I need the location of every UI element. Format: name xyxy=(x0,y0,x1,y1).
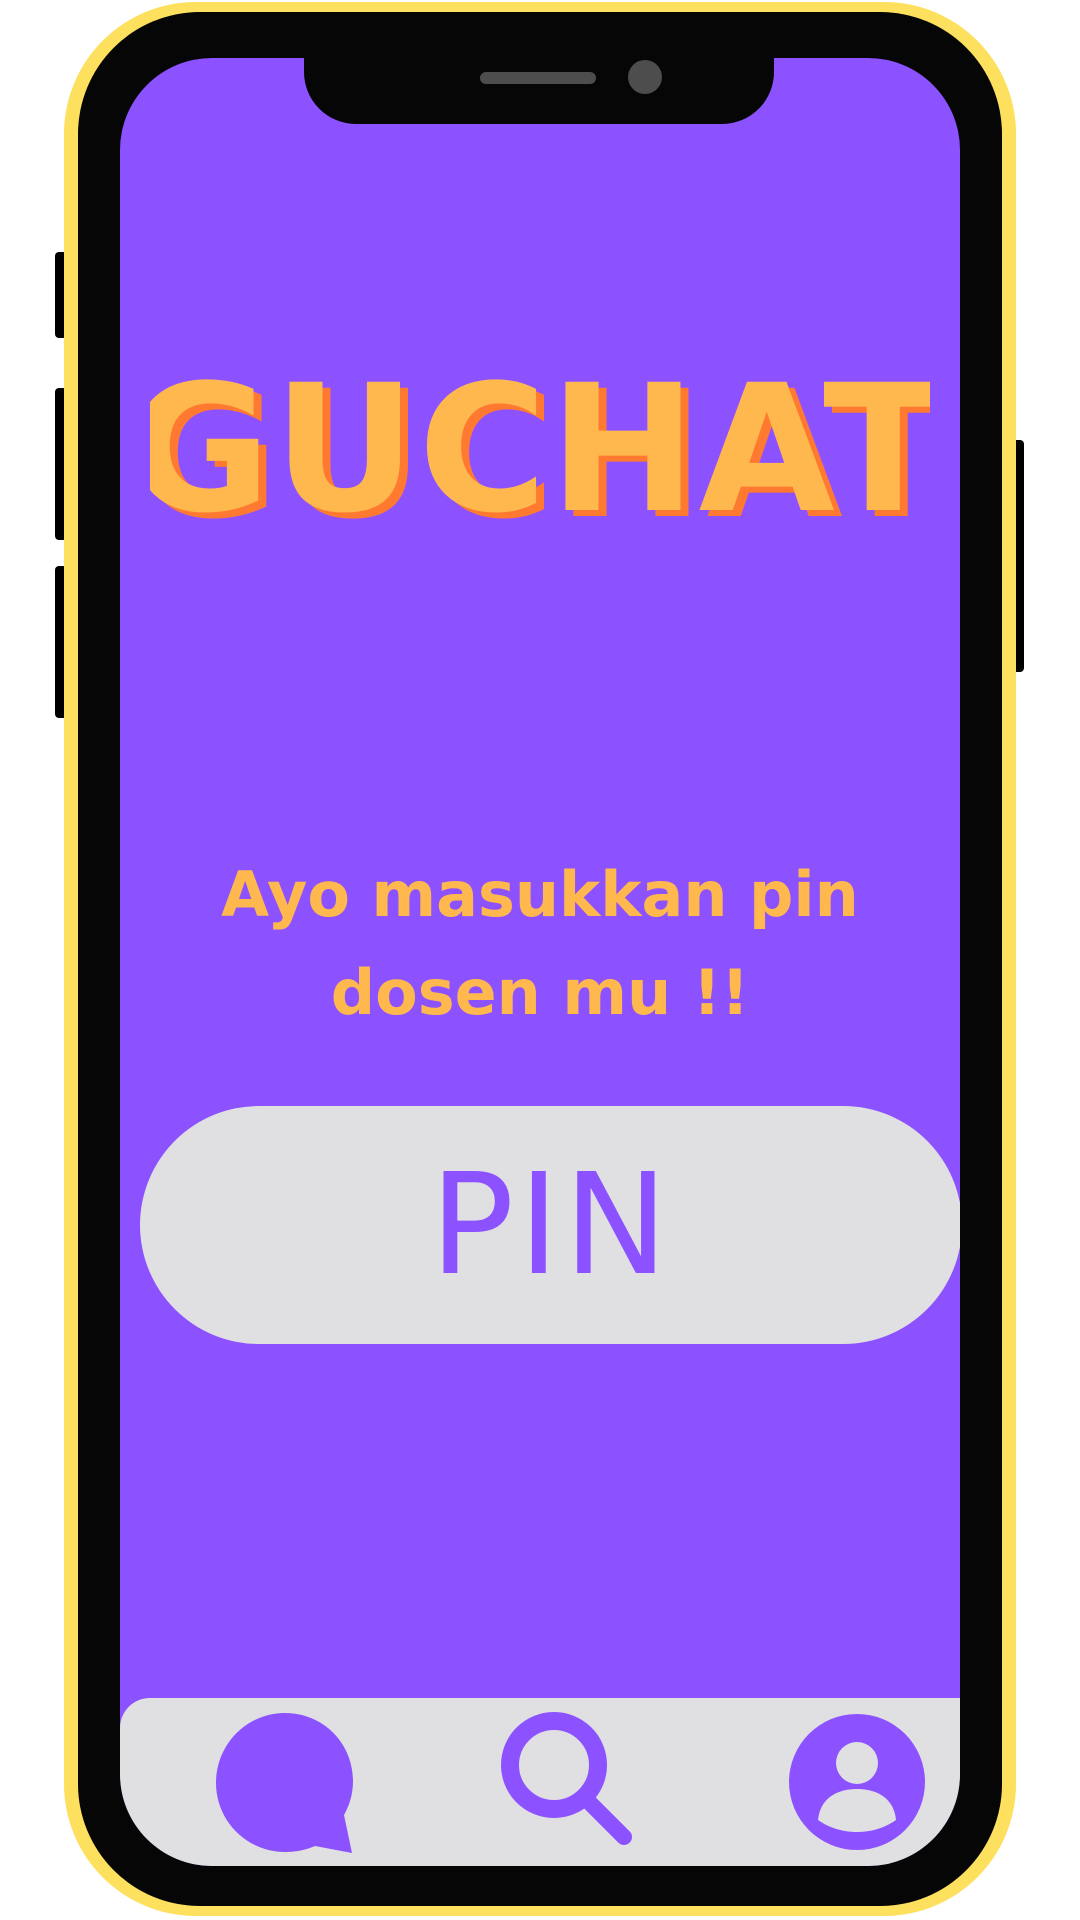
logo-wordmark: GUCHAT GUCHAT xyxy=(150,358,930,538)
phone-mockup: GUCHAT GUCHAT Ayo masukkan pin dosen mu … xyxy=(0,0,1080,1920)
pin-input[interactable]: PIN xyxy=(140,1106,960,1344)
bottom-tab-bar xyxy=(120,1698,960,1866)
app-logo: GUCHAT GUCHAT xyxy=(120,358,960,538)
app-screen: GUCHAT GUCHAT Ayo masukkan pin dosen mu … xyxy=(120,58,960,1866)
tab-profile[interactable] xyxy=(772,1698,942,1866)
pin-prompt-line1: Ayo masukkan pin xyxy=(221,858,859,931)
front-camera xyxy=(628,60,662,94)
tab-search[interactable] xyxy=(484,1698,654,1866)
pin-prompt-line2: dosen mu !! xyxy=(330,956,750,1029)
pin-prompt: Ayo masukkan pin dosen mu !! xyxy=(120,846,960,1042)
speaker-grille xyxy=(480,72,596,84)
search-icon xyxy=(501,1712,632,1845)
user-profile-icon xyxy=(789,1714,925,1850)
pin-placeholder: PIN xyxy=(429,1143,673,1307)
svg-text:GUCHAT: GUCHAT xyxy=(150,358,930,538)
chat-bubble-icon xyxy=(216,1713,353,1853)
tab-chat[interactable] xyxy=(200,1698,370,1866)
